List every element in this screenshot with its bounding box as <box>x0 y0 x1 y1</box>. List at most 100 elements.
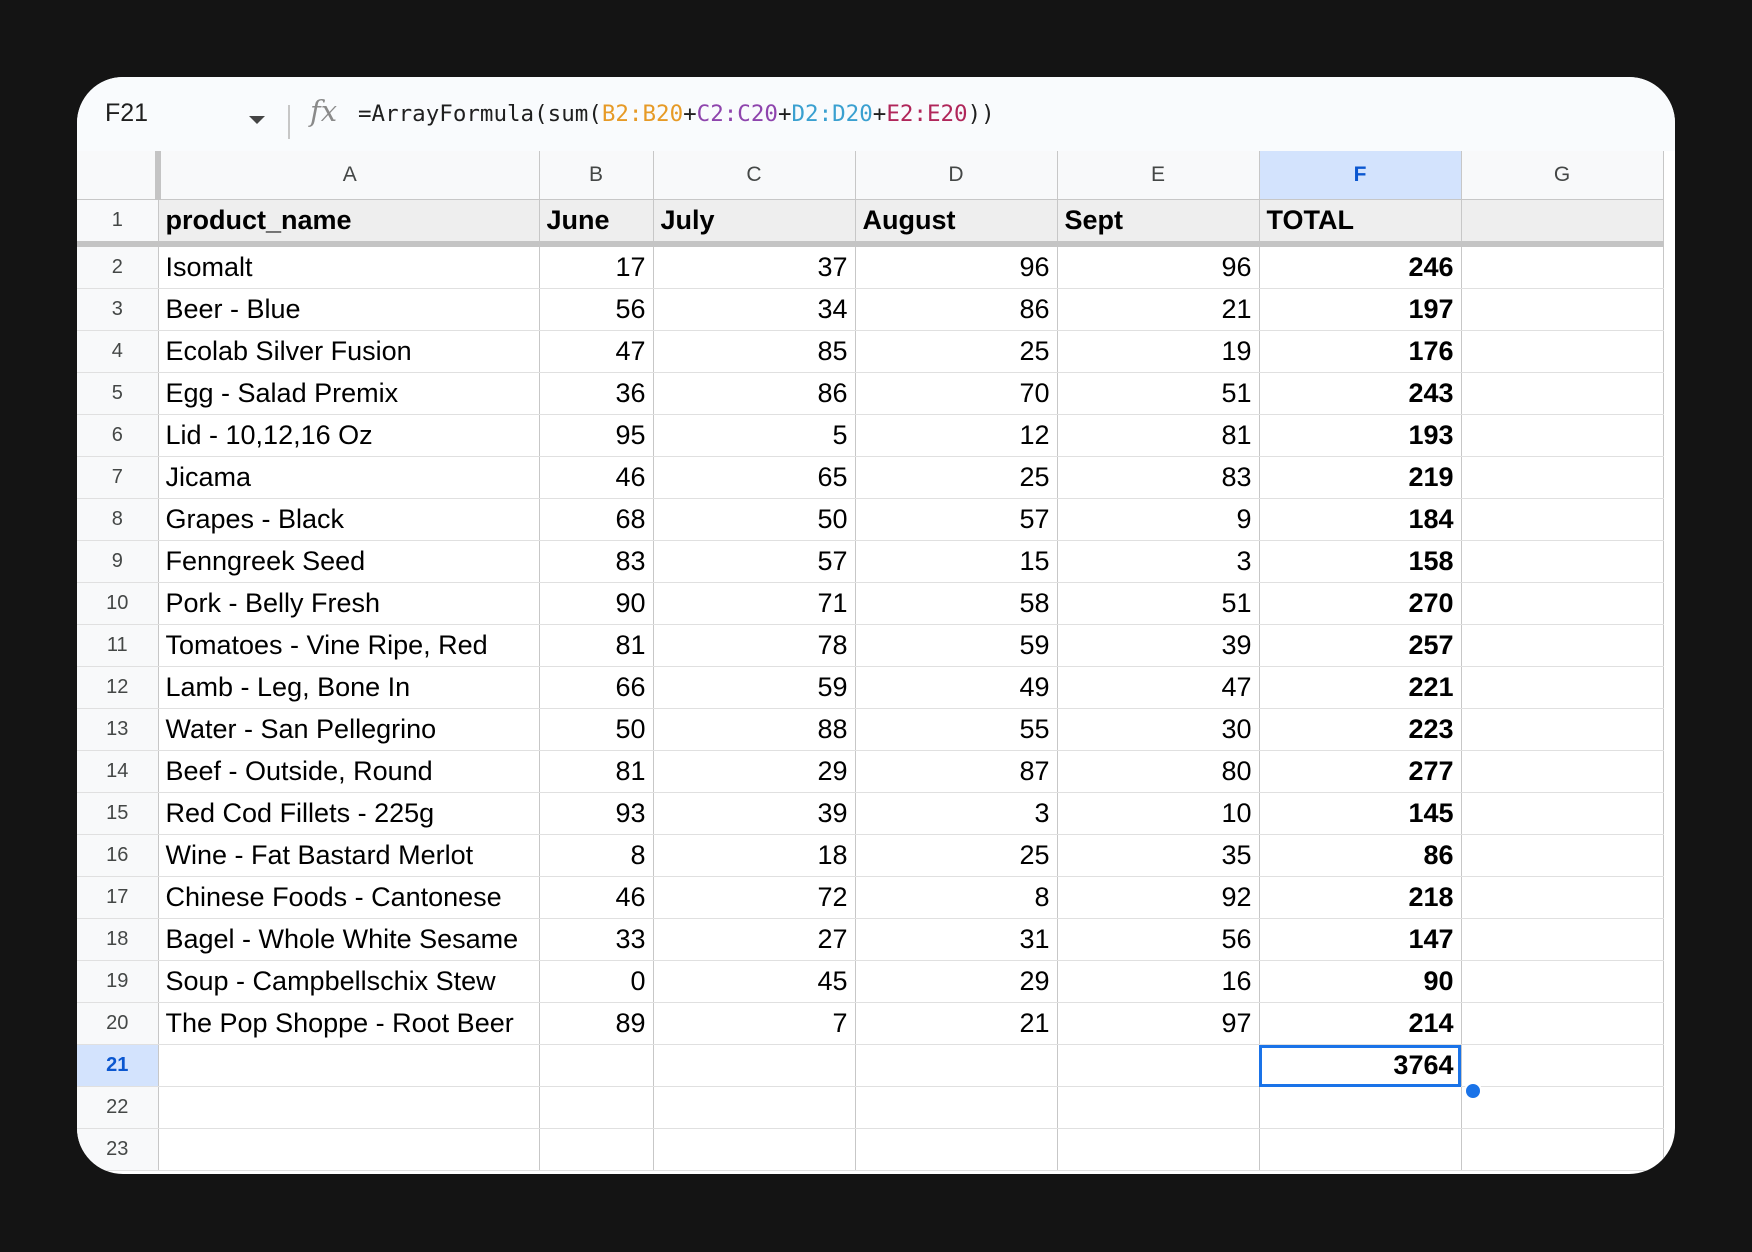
august-cell[interactable]: 49 <box>855 666 1058 709</box>
empty-cell[interactable] <box>1461 244 1664 289</box>
sept-cell[interactable]: 92 <box>1057 876 1260 919</box>
select-all-corner[interactable] <box>77 151 161 200</box>
row-number[interactable]: 19 <box>77 960 159 1003</box>
july-cell[interactable]: 5 <box>653 414 856 457</box>
empty-cell[interactable] <box>539 1086 654 1129</box>
empty-cell[interactable] <box>1461 876 1664 919</box>
column-header-b[interactable]: B <box>539 151 654 200</box>
sept-cell[interactable]: 51 <box>1057 582 1260 625</box>
column-header-g[interactable]: G <box>1461 151 1664 200</box>
empty-cell[interactable] <box>1461 582 1664 625</box>
empty-cell[interactable] <box>1461 1086 1664 1129</box>
june-cell[interactable]: 36 <box>539 372 654 415</box>
sept-cell[interactable]: 9 <box>1057 498 1260 541</box>
sept-cell[interactable]: 3 <box>1057 540 1260 583</box>
total-cell[interactable]: 277 <box>1259 750 1462 793</box>
empty-cell[interactable] <box>855 1086 1058 1129</box>
june-cell[interactable]: 89 <box>539 1002 654 1045</box>
total-cell[interactable]: 184 <box>1259 498 1462 541</box>
july-cell[interactable]: 85 <box>653 330 856 373</box>
empty-cell[interactable] <box>1461 750 1664 793</box>
formula-input[interactable]: =ArrayFormula(sum(B2:B20+C2:C20+D2:D20+E… <box>358 101 995 127</box>
august-cell[interactable]: 25 <box>855 330 1058 373</box>
june-cell[interactable]: 56 <box>539 288 654 331</box>
july-cell[interactable]: 71 <box>653 582 856 625</box>
product-name-cell[interactable]: The Pop Shoppe - Root Beer <box>158 1002 540 1045</box>
july-cell[interactable]: 65 <box>653 456 856 499</box>
total-cell[interactable]: 176 <box>1259 330 1462 373</box>
august-cell[interactable]: 96 <box>855 244 1058 289</box>
product-name-cell[interactable]: Bagel - Whole White Sesame <box>158 918 540 961</box>
empty-cell[interactable] <box>1461 498 1664 541</box>
empty-cell[interactable] <box>1461 330 1664 373</box>
august-cell[interactable]: 25 <box>855 456 1058 499</box>
column-header-f[interactable]: F <box>1259 151 1462 200</box>
empty-cell[interactable] <box>1057 1044 1260 1087</box>
sept-cell[interactable]: 96 <box>1057 244 1260 289</box>
total-cell[interactable]: 219 <box>1259 456 1462 499</box>
june-cell[interactable]: 0 <box>539 960 654 1003</box>
june-cell[interactable]: 83 <box>539 540 654 583</box>
july-cell[interactable]: 7 <box>653 1002 856 1045</box>
row-number[interactable]: 8 <box>77 498 159 541</box>
product-name-cell[interactable]: Beef - Outside, Round <box>158 750 540 793</box>
total-cell[interactable]: 214 <box>1259 1002 1462 1045</box>
empty-cell[interactable] <box>855 1128 1058 1171</box>
product-name-cell[interactable]: Pork - Belly Fresh <box>158 582 540 625</box>
empty-cell[interactable] <box>1461 288 1664 331</box>
empty-cell[interactable] <box>1461 540 1664 583</box>
total-cell[interactable]: 221 <box>1259 666 1462 709</box>
total-cell[interactable]: 270 <box>1259 582 1462 625</box>
empty-cell[interactable] <box>158 1128 540 1171</box>
june-cell[interactable]: 8 <box>539 834 654 877</box>
header-cell[interactable]: product_name <box>158 199 540 247</box>
row-number[interactable]: 2 <box>77 244 159 289</box>
total-cell[interactable]: 193 <box>1259 414 1462 457</box>
august-cell[interactable]: 55 <box>855 708 1058 751</box>
empty-cell[interactable] <box>1461 1002 1664 1045</box>
header-cell[interactable]: August <box>855 199 1058 247</box>
sept-cell[interactable]: 56 <box>1057 918 1260 961</box>
june-cell[interactable]: 50 <box>539 708 654 751</box>
chevron-down-icon[interactable] <box>249 116 265 124</box>
sept-cell[interactable]: 39 <box>1057 624 1260 667</box>
empty-cell[interactable] <box>539 1044 654 1087</box>
header-cell[interactable]: TOTAL <box>1259 199 1462 247</box>
august-cell[interactable]: 58 <box>855 582 1058 625</box>
june-cell[interactable]: 47 <box>539 330 654 373</box>
empty-cell[interactable] <box>1461 834 1664 877</box>
product-name-cell[interactable]: Tomatoes - Vine Ripe, Red <box>158 624 540 667</box>
sept-cell[interactable]: 81 <box>1057 414 1260 457</box>
sept-cell[interactable]: 16 <box>1057 960 1260 1003</box>
product-name-cell[interactable]: Beer - Blue <box>158 288 540 331</box>
june-cell[interactable]: 33 <box>539 918 654 961</box>
june-cell[interactable]: 90 <box>539 582 654 625</box>
fill-handle[interactable] <box>1464 1082 1482 1100</box>
july-cell[interactable]: 57 <box>653 540 856 583</box>
empty-cell[interactable] <box>1259 1086 1462 1129</box>
sept-cell[interactable]: 83 <box>1057 456 1260 499</box>
header-cell[interactable]: June <box>539 199 654 247</box>
product-name-cell[interactable]: Jicama <box>158 456 540 499</box>
july-cell[interactable]: 37 <box>653 244 856 289</box>
column-header-a[interactable]: A <box>158 151 540 200</box>
row-number[interactable]: 9 <box>77 540 159 583</box>
july-cell[interactable]: 34 <box>653 288 856 331</box>
june-cell[interactable]: 81 <box>539 624 654 667</box>
sept-cell[interactable]: 30 <box>1057 708 1260 751</box>
product-name-cell[interactable]: Lid - 10,12,16 Oz <box>158 414 540 457</box>
empty-cell[interactable] <box>539 1128 654 1171</box>
july-cell[interactable]: 59 <box>653 666 856 709</box>
product-name-cell[interactable]: Wine - Fat Bastard Merlot <box>158 834 540 877</box>
july-cell[interactable]: 18 <box>653 834 856 877</box>
sept-cell[interactable]: 51 <box>1057 372 1260 415</box>
sept-cell[interactable]: 21 <box>1057 288 1260 331</box>
header-cell[interactable]: July <box>653 199 856 247</box>
empty-cell[interactable] <box>158 1086 540 1129</box>
row-number[interactable]: 15 <box>77 792 159 835</box>
row-number[interactable]: 13 <box>77 708 159 751</box>
name-box[interactable]: F21 <box>105 99 148 128</box>
june-cell[interactable]: 81 <box>539 750 654 793</box>
july-cell[interactable]: 29 <box>653 750 856 793</box>
row-number[interactable]: 20 <box>77 1002 159 1045</box>
